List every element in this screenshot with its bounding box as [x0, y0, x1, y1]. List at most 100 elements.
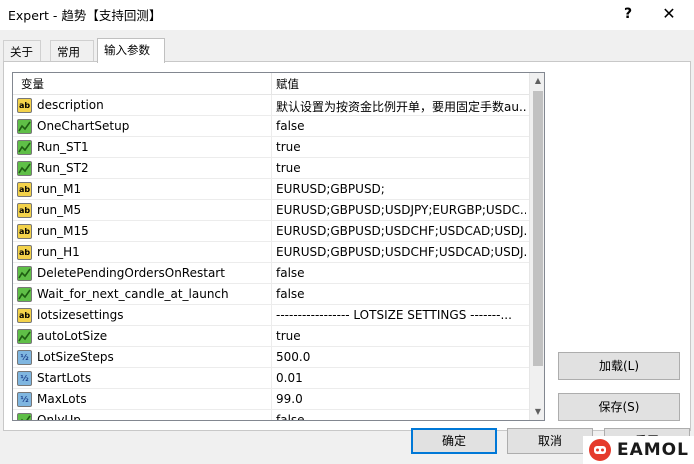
string-type-icon: ab — [17, 224, 32, 239]
boolean-type-icon — [17, 329, 32, 344]
parameter-row[interactable]: ab lotsizesettings ----------------- LOTSI… — [13, 305, 529, 326]
parameter-row[interactable]: ab run_M1 EURUSD;GBPUSD; — [13, 179, 529, 200]
ok-button[interactable]: 确定 — [411, 428, 497, 454]
scroll-down-arrow-icon[interactable]: ▼ — [530, 404, 544, 420]
title-bar: Expert - 趋势【支持回测】 ? ✕ — [0, 0, 694, 30]
parameter-value[interactable]: 500.0 — [276, 350, 526, 364]
parameter-value[interactable]: 99.0 — [276, 392, 526, 406]
close-button[interactable]: ✕ — [656, 2, 682, 26]
parameter-row[interactable]: Wait_for_next_candle_at_launch false — [13, 284, 529, 305]
column-divider — [271, 179, 272, 200]
column-divider — [271, 368, 272, 389]
load-button[interactable]: 加载(L) — [558, 352, 680, 380]
number-type-icon: ½ — [17, 350, 32, 365]
watermark-text: EAMOL — [617, 440, 689, 460]
parameter-value[interactable]: false — [276, 287, 526, 301]
string-type-icon: ab — [17, 203, 32, 218]
parameter-row[interactable]: ab description 默认设置为按资金比例开单，要用固定手数au... — [13, 95, 529, 116]
column-divider — [271, 389, 272, 410]
parameter-name: DeletePendingOrdersOnRestart — [37, 266, 225, 280]
parameter-name: Run_ST2 — [37, 161, 89, 175]
header-variable[interactable]: 变量 — [21, 76, 44, 92]
parameter-value[interactable]: EURUSD;GBPUSD;USDCHF;USDCAD;USDJ... — [276, 224, 526, 238]
column-divider — [271, 158, 272, 179]
parameter-row[interactable]: ½ LotSizeSteps 500.0 — [13, 347, 529, 368]
window-title: Expert - 趋势【支持回测】 — [8, 8, 162, 23]
list-header: 变量 赋值 — [13, 73, 529, 95]
column-divider — [271, 242, 272, 263]
column-divider — [271, 326, 272, 347]
column-divider — [271, 137, 272, 158]
parameter-row[interactable]: ½ StartLots 0.01 — [13, 368, 529, 389]
boolean-type-icon — [17, 140, 32, 155]
parameter-row[interactable]: ab run_M15 EURUSD;GBPUSD;USDCHF;USDCAD;USD… — [13, 221, 529, 242]
parameter-value[interactable]: EURUSD;GBPUSD;USDJPY;EURGBP;USDC... — [276, 203, 526, 217]
help-button[interactable]: ? — [616, 2, 640, 26]
parameter-name: lotsizesettings — [37, 308, 124, 322]
parameter-row[interactable]: Run_ST2 true — [13, 158, 529, 179]
parameter-row[interactable]: ab run_H1 EURUSD;GBPUSD;USDCHF;USDCAD;USDJ… — [13, 242, 529, 263]
header-divider — [271, 73, 272, 95]
parameter-name: run_H1 — [37, 245, 80, 259]
scroll-up-arrow-icon[interactable]: ▲ — [530, 73, 544, 89]
parameter-value[interactable]: false — [276, 266, 526, 280]
parameter-row[interactable]: DeletePendingOrdersOnRestart false — [13, 263, 529, 284]
tab-about[interactable]: 关于 — [3, 40, 41, 62]
boolean-type-icon — [17, 119, 32, 134]
parameter-row[interactable]: OneChartSetup false — [13, 116, 529, 137]
vertical-scrollbar[interactable]: ▲ ▼ — [529, 73, 544, 420]
tab-common[interactable]: 常用 — [50, 40, 94, 62]
eamol-watermark: EAMOL — [583, 436, 694, 464]
scroll-thumb[interactable] — [533, 91, 543, 366]
tab-inputs[interactable]: 输入参数 — [97, 38, 165, 63]
column-divider — [271, 200, 272, 221]
parameter-name: run_M1 — [37, 182, 82, 196]
column-divider — [271, 410, 272, 420]
cancel-button[interactable]: 取消 — [507, 428, 593, 454]
eamol-logo-icon — [589, 439, 611, 461]
column-divider — [271, 95, 272, 116]
parameter-row[interactable]: autoLotSize true — [13, 326, 529, 347]
parameter-value[interactable]: false — [276, 119, 526, 133]
column-divider — [271, 263, 272, 284]
parameter-value[interactable]: false — [276, 413, 526, 420]
parameter-row[interactable]: ab run_M5 EURUSD;GBPUSD;USDJPY;EURGBP;USDC… — [13, 200, 529, 221]
string-type-icon: ab — [17, 245, 32, 260]
column-divider — [271, 221, 272, 242]
parameter-name: MaxLots — [37, 392, 87, 406]
parameter-name: Run_ST1 — [37, 140, 89, 154]
parameter-name: description — [37, 98, 104, 112]
parameter-name: StartLots — [37, 371, 92, 385]
parameter-row[interactable]: Run_ST1 true — [13, 137, 529, 158]
parameter-name: LotSizeSteps — [37, 350, 114, 364]
string-type-icon: ab — [17, 98, 32, 113]
column-divider — [271, 305, 272, 326]
number-type-icon: ½ — [17, 371, 32, 386]
column-divider — [271, 347, 272, 368]
parameter-name: OnlyUp — [37, 413, 81, 421]
parameter-row[interactable]: ½ MaxLots 99.0 — [13, 389, 529, 410]
parameter-value[interactable]: true — [276, 140, 526, 154]
parameter-name: run_M5 — [37, 203, 82, 217]
parameter-value[interactable]: EURUSD;GBPUSD; — [276, 182, 526, 196]
boolean-type-icon — [17, 161, 32, 176]
save-button[interactable]: 保存(S) — [558, 393, 680, 421]
parameter-name: autoLotSize — [37, 329, 108, 343]
boolean-type-icon — [17, 287, 32, 302]
string-type-icon: ab — [17, 182, 32, 197]
parameter-value[interactable]: true — [276, 161, 526, 175]
parameter-value[interactable]: 0.01 — [276, 371, 526, 385]
parameter-list[interactable]: 变量 赋值 ab description 默认设置为按资金比例开单，要用固定手数au… — [12, 72, 545, 421]
header-value[interactable]: 赋值 — [276, 76, 299, 92]
parameter-name: run_M15 — [37, 224, 89, 238]
column-divider — [271, 116, 272, 137]
column-divider — [271, 284, 272, 305]
parameter-value[interactable]: ----------------- LOTSIZE SETTINGS -----… — [276, 308, 526, 322]
parameter-value[interactable]: true — [276, 329, 526, 343]
boolean-type-icon — [17, 266, 32, 281]
parameter-value[interactable]: 默认设置为按资金比例开单，要用固定手数au... — [276, 98, 526, 115]
parameter-name: OneChartSetup — [37, 119, 130, 133]
number-type-icon: ½ — [17, 392, 32, 407]
parameter-row[interactable]: OnlyUp false — [13, 410, 529, 421]
parameter-value[interactable]: EURUSD;GBPUSD;USDCHF;USDCAD;USDJ... — [276, 245, 526, 259]
